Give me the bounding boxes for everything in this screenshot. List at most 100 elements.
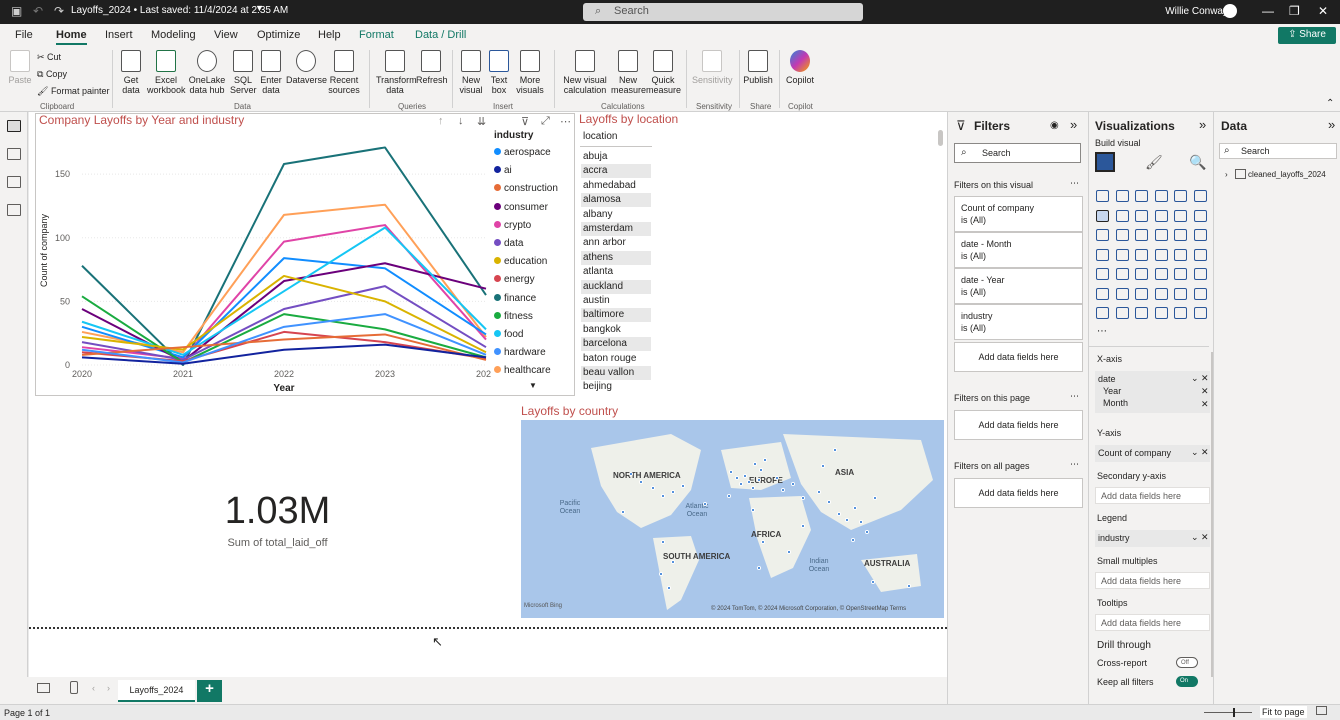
visual-type-icon[interactable] xyxy=(1193,229,1207,241)
save-icon[interactable]: ▣ xyxy=(11,4,22,18)
map-pin[interactable] xyxy=(817,490,821,494)
map-pin[interactable] xyxy=(827,500,831,504)
legend-item[interactable]: construction xyxy=(494,183,558,194)
slicer-item[interactable]: baltimore xyxy=(581,308,651,323)
visual-type-icon[interactable] xyxy=(1154,229,1168,241)
map-pin[interactable] xyxy=(729,470,733,474)
map-pin[interactable] xyxy=(639,480,643,484)
remove-field-icon[interactable]: ✕ xyxy=(1201,399,1209,410)
close-icon[interactable]: ✕ xyxy=(1318,4,1328,18)
visual-type-icon[interactable] xyxy=(1096,209,1109,222)
legend-item[interactable]: aerospace xyxy=(494,147,551,158)
collapse-data-icon[interactable]: » xyxy=(1328,117,1335,132)
mobile-layout-icon[interactable] xyxy=(70,681,78,694)
secondary-yaxis-well[interactable]: Add data fields here xyxy=(1095,487,1210,504)
analytics-tab-icon[interactable]: 🔍 xyxy=(1189,154,1206,171)
map-pin[interactable] xyxy=(703,502,707,506)
tab-file[interactable]: File xyxy=(15,29,33,41)
fit-to-page-button[interactable]: Fit to page xyxy=(1260,706,1307,718)
visual-type-icon[interactable] xyxy=(1193,307,1207,319)
visual-type-icon[interactable] xyxy=(1193,209,1207,222)
remove-field-icon[interactable]: ✕ xyxy=(1201,447,1209,458)
filter-card-count[interactable]: Count of company is (All) xyxy=(954,196,1083,232)
location-slicer[interactable]: location abuja accra ahmedabad alamosa alban… xyxy=(578,113,660,393)
transform-data-button[interactable]: Transform data xyxy=(376,50,417,95)
visual-type-icon[interactable] xyxy=(1135,229,1148,241)
user-name[interactable]: Willie Conway xyxy=(1165,6,1228,17)
slicer-item[interactable]: abuja xyxy=(581,150,651,164)
map-attribution[interactable]: © 2024 TomTom, © 2024 Microsoft Corporat… xyxy=(711,606,906,612)
collapse-visualizations-icon[interactable]: » xyxy=(1199,117,1206,132)
filter-icon[interactable]: ⊽ xyxy=(521,115,529,128)
map-pin[interactable] xyxy=(739,482,743,486)
visual-type-icon[interactable] xyxy=(1174,268,1187,280)
map-pin[interactable] xyxy=(747,480,751,484)
visual-type-icon[interactable] xyxy=(1154,248,1168,261)
legend-item[interactable]: food xyxy=(494,329,523,340)
page-tab-layoffs[interactable]: Layoffs_2024 xyxy=(118,680,195,702)
keep-filters-toggle[interactable]: On xyxy=(1176,676,1198,687)
visual-type-icon[interactable] xyxy=(1096,307,1109,319)
visual-type-icon[interactable] xyxy=(1174,209,1187,222)
map-pin[interactable] xyxy=(801,524,805,528)
table-view-icon[interactable] xyxy=(7,148,21,160)
tab-data-drill[interactable]: Data / Drill xyxy=(415,29,466,41)
tab-format[interactable]: Format xyxy=(359,29,394,41)
map-pin[interactable] xyxy=(667,586,671,590)
more-options-icon[interactable]: ⋯ xyxy=(1070,391,1079,402)
copy-button[interactable]: ⧉ Copy xyxy=(37,69,67,80)
visual-type-icon[interactable] xyxy=(1096,268,1109,280)
cross-report-toggle[interactable]: Off xyxy=(1176,657,1198,668)
all-pages-filter-dropzone[interactable]: Add data fields here xyxy=(954,478,1083,508)
avatar[interactable] xyxy=(1223,4,1237,18)
zoom-slider[interactable] xyxy=(1204,712,1252,713)
expand-hierarchy-icon[interactable]: ⇊ xyxy=(477,115,486,128)
visual-type-icon[interactable] xyxy=(1135,248,1148,261)
collapse-filters-icon[interactable]: » xyxy=(1070,117,1077,132)
slicer-item[interactable]: beau vallon xyxy=(581,366,651,380)
map-pin[interactable] xyxy=(775,476,779,480)
refresh-button[interactable]: Refresh xyxy=(416,50,448,85)
legend-well[interactable]: industry ⌄ ✕ xyxy=(1095,530,1210,547)
tab-modeling[interactable]: Modeling xyxy=(151,29,196,41)
slicer-item[interactable]: amsterdam xyxy=(581,222,651,236)
visual-type-icon[interactable] xyxy=(1135,287,1148,300)
legend-item[interactable]: ai xyxy=(494,165,512,176)
map-pin[interactable] xyxy=(787,550,791,554)
recent-sources-button[interactable]: Recent sources xyxy=(326,50,362,95)
legend-item[interactable]: crypto xyxy=(494,220,531,231)
chevron-down-icon[interactable]: ▼ xyxy=(255,3,264,13)
visual-type-icon[interactable] xyxy=(1096,248,1109,261)
chevron-down-icon[interactable]: ⌄ xyxy=(1191,532,1199,543)
new-visual-button[interactable]: New visual xyxy=(457,50,485,95)
visual-type-icon[interactable] xyxy=(1096,287,1109,300)
visual-type-icon[interactable] xyxy=(1115,190,1129,202)
visual-type-icon[interactable] xyxy=(1115,268,1129,280)
map-pin[interactable] xyxy=(753,462,757,466)
more-options-icon[interactable]: ⋯ xyxy=(1070,178,1079,189)
dataverse-button[interactable]: Dataverse xyxy=(286,50,327,85)
format-painter-button[interactable]: 🖌 Format painter xyxy=(37,86,109,97)
slicer-item[interactable]: baton rouge xyxy=(581,352,651,366)
filter-card-industry[interactable]: industry is (All) xyxy=(954,304,1083,340)
map-pin[interactable] xyxy=(853,506,857,510)
map-pin[interactable] xyxy=(833,448,837,452)
map-pin[interactable] xyxy=(761,540,765,544)
remove-field-icon[interactable]: ✕ xyxy=(1201,373,1209,384)
xaxis-well[interactable]: date Year Month ⌄ ✕ ✕ ✕ xyxy=(1095,371,1210,413)
slicer-item[interactable]: alamosa xyxy=(581,193,651,208)
minimize-icon[interactable]: — xyxy=(1262,4,1274,18)
filter-card-month[interactable]: date - Month is (All) xyxy=(954,232,1083,268)
map-pin[interactable] xyxy=(727,494,731,498)
map-pin[interactable] xyxy=(757,566,761,570)
collapse-ribbon-icon[interactable]: ⌃ xyxy=(1326,98,1334,109)
map-pin[interactable] xyxy=(907,584,911,588)
map-pin[interactable] xyxy=(659,572,663,576)
legend-item[interactable]: education xyxy=(494,256,547,267)
more-options-icon[interactable]: ⋯ xyxy=(560,115,571,128)
visual-type-icon[interactable] xyxy=(1154,209,1168,222)
map-pin[interactable] xyxy=(859,520,863,524)
canvas-scrollbar[interactable] xyxy=(938,130,943,146)
yaxis-well[interactable]: Count of company ⌄ ✕ xyxy=(1095,445,1210,462)
visual-type-icon[interactable] xyxy=(1115,209,1129,222)
